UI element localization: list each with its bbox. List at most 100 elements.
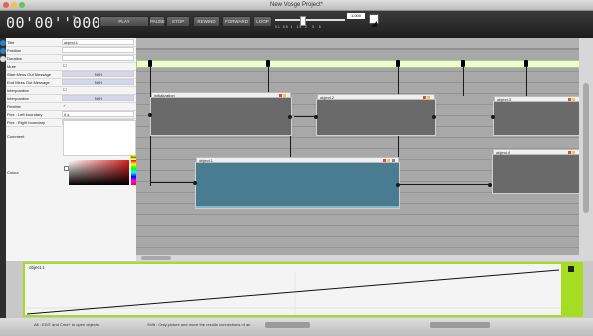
timecode-unit-bottom: 100 — [73, 19, 80, 24]
curve-editor-panel[interactable]: object.1 — [23, 262, 583, 317]
process-box-initialization[interactable]: initialization — [150, 92, 292, 136]
title-bar: New Vosge Project* — [0, 0, 593, 11]
horizontal-scroll-thumb[interactable] — [141, 256, 171, 260]
process-box-object-1[interactable]: object.1 — [195, 157, 400, 209]
title-label: Title — [7, 40, 15, 45]
mute-box-icon[interactable] — [423, 96, 426, 99]
stop-button[interactable]: STOP — [166, 16, 190, 27]
curve-box-icon[interactable] — [427, 96, 430, 99]
duration-field[interactable] — [62, 55, 134, 61]
connection-point[interactable] — [432, 115, 436, 119]
box-title: object.1 — [199, 158, 214, 163]
interpolation-checkbox[interactable]: ☐ — [62, 87, 134, 93]
automation-curve[interactable] — [27, 268, 563, 315]
mute-label: Mute — [7, 64, 16, 69]
flexible-checkbox[interactable]: ✓ — [62, 103, 134, 109]
timecode-display: 00'00''000 — [6, 14, 102, 32]
speed-value[interactable]: 1.000 — [347, 13, 365, 19]
end-message-field[interactable]: N/H — [62, 79, 134, 85]
process-box-object-3[interactable]: object.3 — [493, 96, 579, 136]
rewind-button[interactable]: REWIND — [193, 16, 220, 27]
box-header[interactable]: initialization — [151, 92, 291, 98]
right-boundary-label: Flex : Right boundary — [7, 120, 46, 125]
inspector-row-interpolation-2: Interpolation N/H — [6, 95, 136, 103]
status-hint-middle: Shift : Only picture and move the result… — [147, 322, 251, 327]
box-header[interactable]: object.2 — [317, 94, 435, 100]
curve-box-icon[interactable] — [283, 94, 286, 97]
process-box-object-4[interactable]: object.4 — [492, 149, 579, 194]
process-box-object-2[interactable]: object.2 — [316, 94, 436, 136]
connection-point[interactable] — [314, 115, 318, 119]
close-box-icon[interactable] — [392, 159, 395, 162]
connection-point[interactable] — [491, 115, 495, 119]
connection-point[interactable] — [396, 183, 400, 187]
colour-label: Colour — [7, 170, 19, 175]
interpolation-label: Interpolation — [7, 88, 30, 93]
connection-line — [294, 116, 314, 117]
connection-line — [463, 66, 464, 96]
position-field[interactable] — [62, 47, 134, 53]
timecode-units: fs 100 — [73, 14, 80, 24]
vertical-scroll-thumb[interactable] — [583, 83, 589, 213]
curve-box-icon[interactable] — [387, 159, 390, 162]
mute-box-icon[interactable] — [568, 151, 571, 154]
connection-point[interactable] — [193, 181, 197, 185]
duration-label: Duration — [7, 56, 23, 61]
box-header[interactable]: object.4 — [493, 149, 579, 155]
curve-box-icon[interactable] — [572, 98, 575, 101]
position-label: Position — [7, 48, 22, 53]
left-boundary-label: Flex : Left boundary — [7, 112, 43, 117]
status-slider[interactable] — [265, 322, 310, 328]
time-ruler[interactable] — [136, 38, 579, 49]
connection-point[interactable] — [148, 113, 152, 117]
status-hint-left: Alt : EDIT and Cmd+ to open objects — [34, 322, 99, 327]
mute-box-icon[interactable] — [279, 94, 282, 97]
mute-box-icon[interactable] — [383, 159, 386, 162]
vertical-scrollbar[interactable] — [579, 38, 593, 261]
inspector-row-left-boundary: Flex : Left boundary 0 s — [6, 111, 136, 119]
box-title: initialization — [154, 93, 175, 98]
mute-box-icon[interactable] — [568, 98, 571, 101]
start-message-field[interactable]: N/H — [62, 71, 134, 77]
scenario-view[interactable]: initialization object.2 object.3 object.… — [136, 38, 579, 261]
status-bar: Alt : EDIT and Cmd+ to open objects Shif… — [0, 318, 593, 336]
curve-panel-sidebar — [561, 264, 581, 315]
diagonal-icon — [371, 21, 377, 27]
speed-rail — [275, 19, 345, 21]
start-message-label: Start Mess Out Message — [7, 72, 52, 77]
app-window: New Vosge Project* 00'00''000 fs 100 PLA… — [0, 0, 593, 336]
connection-point[interactable] — [488, 183, 492, 187]
inspector-row-position: Position — [6, 47, 136, 55]
loop-button[interactable]: LOOP — [253, 16, 272, 27]
box-footer — [196, 206, 399, 208]
box-header[interactable]: object.3 — [494, 96, 579, 102]
box-header[interactable]: object.1 — [196, 157, 399, 163]
speed-mode-icon[interactable] — [369, 14, 379, 27]
mute-checkbox[interactable]: ☐ — [62, 63, 134, 69]
inspector-panel: Title object.1 Position Duration Mute ☐ … — [6, 38, 138, 261]
inspector-row-flexible: Flexible ✓ — [6, 103, 136, 111]
end-message-label: End Mess Out Message — [7, 80, 50, 85]
left-boundary-field[interactable]: 0 s — [62, 111, 134, 117]
inspector-row-end-message: End Mess Out Message N/H — [6, 79, 136, 87]
comment-label: Comment — [7, 134, 25, 139]
inspector-row-start-message: Start Mess Out Message N/H — [6, 71, 136, 79]
inspector-row-interpolation: Interpolation ☐ — [6, 87, 136, 95]
speed-ticks: 0.1 0.5 1 1.5 2 3 5 — [275, 25, 321, 29]
title-field[interactable]: object.1 — [62, 39, 134, 45]
interpolation-field[interactable]: N/H — [62, 95, 134, 101]
pause-button[interactable]: PAUSE — [149, 16, 165, 27]
box-title: object.4 — [496, 150, 511, 155]
play-button[interactable]: PLAY — [99, 16, 149, 27]
inspector-row-title: Title object.1 — [6, 39, 136, 47]
connection-point[interactable] — [288, 115, 292, 119]
curve-edit-icon[interactable] — [568, 266, 574, 272]
colour-picker[interactable] — [69, 160, 129, 185]
interpolation-2-label: Interpolation — [7, 96, 30, 101]
connection-line — [150, 182, 195, 183]
comment-field[interactable] — [63, 120, 136, 156]
forward-button[interactable]: FORWARD — [222, 16, 251, 27]
curve-box-icon[interactable] — [572, 151, 575, 154]
horizontal-scrollbar[interactable] — [136, 255, 579, 261]
zoom-slider[interactable] — [430, 322, 490, 328]
